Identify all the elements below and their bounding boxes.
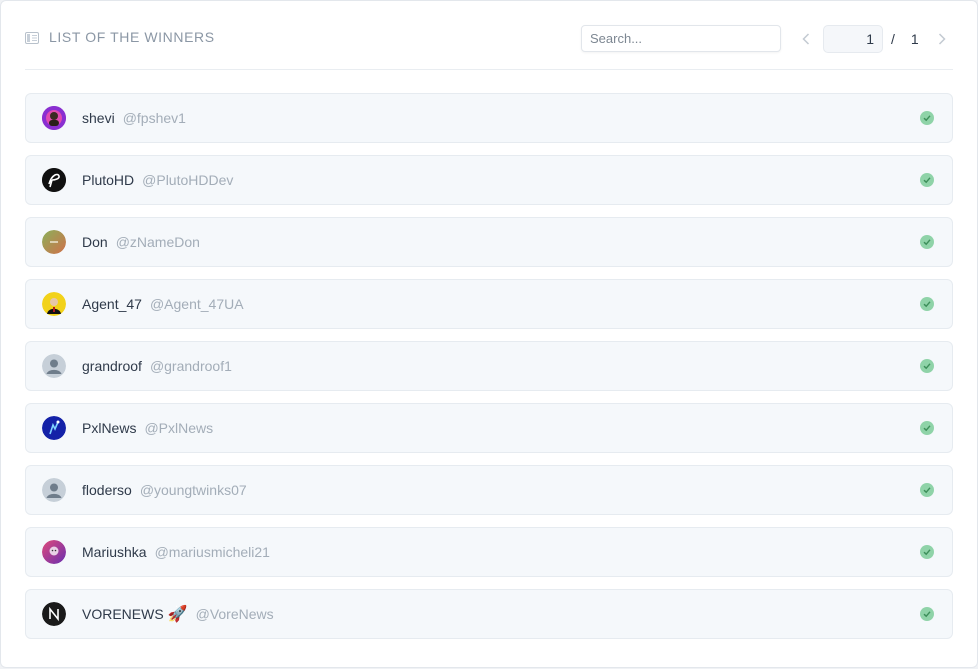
winner-handle: @zNameDon — [115, 234, 200, 250]
winner-name: VORENEWS — [82, 606, 164, 622]
pagination: 1 / 1 — [797, 25, 951, 53]
page-title: LIST OF THE WINNERS — [49, 29, 215, 45]
winner-handle: @grandroof1 — [149, 358, 232, 374]
rocket-icon: 🚀 — [167, 606, 188, 623]
check-icon — [920, 297, 934, 311]
check-icon — [920, 483, 934, 497]
check-icon — [920, 421, 934, 435]
winner-row[interactable]: PlutoHD @PlutoHDDev — [25, 155, 953, 205]
winner-row[interactable]: Don @zNameDon — [25, 217, 953, 267]
check-icon — [920, 111, 934, 125]
search-input[interactable] — [581, 25, 781, 52]
winner-row[interactable]: Agent_47 @Agent_47UA — [25, 279, 953, 329]
winner-row[interactable]: floderso @youngtwinks07 — [25, 465, 953, 515]
winner-name: Agent_47 — [82, 296, 142, 312]
winner-handle: @mariusmicheli21 — [154, 544, 270, 560]
check-icon — [920, 235, 934, 249]
default-user-icon — [42, 354, 66, 378]
check-icon — [920, 173, 934, 187]
winner-handle: @PxlNews — [144, 420, 214, 436]
list-icon — [25, 31, 39, 44]
winner-row[interactable]: VORENEWS 🚀 @VoreNews — [25, 589, 953, 639]
winner-row[interactable]: grandroof @grandroof1 — [25, 341, 953, 391]
winner-handle: @Agent_47UA — [149, 296, 244, 312]
title-group: LIST OF THE WINNERS — [25, 29, 215, 45]
chevron-right-icon — [938, 33, 946, 45]
winner-row[interactable]: Mariushka @mariusmicheli21 — [25, 527, 953, 577]
default-user-icon — [42, 478, 66, 502]
winner-name: grandroof — [82, 358, 142, 374]
winner-name: shevi — [82, 110, 115, 126]
avatar-agent47 — [42, 292, 66, 316]
avatar-don — [42, 230, 66, 254]
page-separator: / — [891, 31, 895, 47]
chevron-left-icon — [802, 33, 810, 45]
current-page-field[interactable]: 1 — [823, 25, 883, 53]
avatar-vorenews — [42, 602, 66, 626]
winner-handle: @youngtwinks07 — [139, 482, 247, 498]
avatar-mariushka — [42, 540, 66, 564]
check-icon — [920, 607, 934, 621]
winner-name: Don — [82, 234, 108, 250]
winner-name: PlutoHD — [82, 172, 135, 188]
avatar-shevi — [42, 106, 66, 130]
avatar-plutohd — [42, 168, 66, 192]
check-icon — [920, 545, 934, 559]
winner-handle: @fpshev1 — [122, 110, 186, 126]
winner-handle: @PlutoHDDev — [142, 172, 234, 188]
check-icon — [920, 359, 934, 373]
winner-row[interactable]: shevi @fpshev1 — [25, 93, 953, 143]
winners-list: shevi @fpshev1 PlutoHD @PlutoHDDev Don @… — [25, 93, 953, 651]
winner-name: PxlNews — [82, 420, 137, 436]
avatar-pxlnews — [42, 416, 66, 440]
prev-page-button[interactable] — [797, 25, 815, 53]
winner-handle: @VoreNews — [195, 606, 274, 622]
card-header: LIST OF THE WINNERS 1 / 1 — [25, 1, 953, 70]
next-page-button[interactable] — [933, 25, 951, 53]
winner-name: Mariushka — [82, 544, 147, 560]
winner-name: floderso — [82, 482, 132, 498]
winner-row[interactable]: PxlNews @PxlNews — [25, 403, 953, 453]
winners-card: LIST OF THE WINNERS 1 / 1 — [0, 0, 978, 668]
total-pages: 1 — [910, 31, 919, 47]
